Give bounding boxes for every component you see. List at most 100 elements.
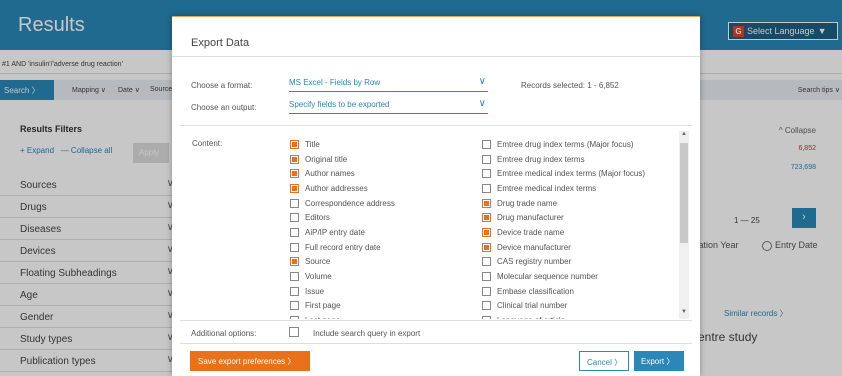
field-option[interactable]: Emtree medical index terms: [482, 181, 677, 196]
checkbox[interactable]: [482, 183, 491, 193]
checkbox[interactable]: [482, 286, 491, 296]
scroll-up-icon[interactable]: ▲: [681, 131, 687, 137]
records-selected: Records selected: 1 - 6,852: [521, 81, 619, 90]
content-label: Content:: [192, 139, 223, 148]
checkbox[interactable]: [482, 257, 491, 267]
field-option[interactable]: Editors: [290, 210, 480, 225]
save-preferences-button[interactable]: Save export preferences 〉: [190, 351, 310, 371]
format-label: Choose a format:: [191, 81, 253, 90]
right-field-list: Emtree drug index terms (Major focus) Emt…: [482, 137, 677, 319]
field-option[interactable]: Volume: [290, 269, 480, 284]
field-option[interactable]: Correspondence address: [290, 196, 480, 211]
field-option-label: Issue: [305, 286, 325, 296]
checkbox-checked[interactable]: [482, 213, 491, 223]
field-option[interactable]: Author names: [290, 166, 480, 181]
checkbox[interactable]: [290, 213, 299, 223]
field-option-label: Correspondence address: [305, 198, 395, 208]
field-option-label: Title: [305, 139, 320, 149]
field-option-label: Device trade name: [497, 227, 565, 237]
field-option-label: Volume: [305, 272, 332, 282]
field-option[interactable]: AiP/IP entry date: [290, 225, 480, 240]
output-select[interactable]: Specify fields to be exported ∨: [289, 98, 488, 114]
include-query-label: Include search query in export: [313, 329, 421, 338]
checkbox-checked[interactable]: [482, 227, 491, 237]
left-field-list: Title Original title Author names Author ad…: [290, 137, 480, 319]
checkbox-checked[interactable]: [290, 257, 299, 267]
field-option-label: Clinical trial number: [497, 301, 568, 311]
field-option[interactable]: Author addresses: [290, 181, 480, 196]
field-option[interactable]: Drug manufacturer: [482, 210, 677, 225]
field-option-label: Device manufacturer: [497, 242, 571, 252]
checkbox[interactable]: [290, 301, 299, 311]
checkbox[interactable]: [290, 286, 299, 296]
field-option-label: Emtree drug index terms (Major focus): [497, 139, 634, 149]
additional-options-label: Additional options:: [191, 329, 257, 338]
field-option[interactable]: Issue: [290, 284, 480, 299]
field-option[interactable]: Emtree medical index terms (Major focus): [482, 166, 677, 181]
field-option-label: Last page: [305, 316, 340, 319]
checkbox[interactable]: [290, 198, 299, 208]
field-option[interactable]: First page: [290, 299, 480, 314]
field-option[interactable]: Molecular sequence number: [482, 269, 677, 284]
field-option[interactable]: Original title: [290, 152, 480, 167]
field-option-label: Author names: [305, 169, 355, 179]
field-option-label: AiP/IP entry date: [305, 227, 365, 237]
checkbox-checked[interactable]: [290, 154, 299, 164]
format-select[interactable]: MS Excel - Fields by Row ∨: [289, 76, 488, 92]
scroll-down-icon[interactable]: ▼: [681, 309, 687, 315]
divider: [180, 125, 692, 126]
checkbox-checked[interactable]: [482, 198, 491, 208]
checkbox[interactable]: [290, 242, 299, 252]
field-option[interactable]: Full record entry date: [290, 240, 480, 255]
dialog-header: Export Data: [172, 17, 700, 57]
export-button[interactable]: Export 〉: [634, 351, 684, 371]
field-option[interactable]: Language of article: [482, 313, 677, 319]
export-dialog: Export Data Choose a format: MS Excel - …: [172, 16, 700, 376]
field-option-label: Source: [305, 257, 331, 267]
field-option[interactable]: Last page: [290, 313, 480, 319]
scrollbar-thumb[interactable]: [680, 143, 688, 243]
checkbox[interactable]: [290, 316, 299, 319]
checkbox-checked[interactable]: [290, 139, 299, 149]
field-option-label: First page: [305, 301, 341, 311]
cancel-button[interactable]: Cancel 〉: [579, 351, 629, 371]
divider: [180, 343, 692, 344]
field-option[interactable]: Drug trade name: [482, 196, 677, 211]
field-option[interactable]: Emtree drug index terms (Major focus): [482, 137, 677, 152]
field-option-label: Original title: [305, 154, 348, 164]
checkbox[interactable]: [482, 316, 491, 319]
checkbox[interactable]: [482, 169, 491, 179]
checkbox-checked[interactable]: [290, 169, 299, 179]
field-option-label: CAS registry number: [497, 257, 572, 267]
field-option-label: Molecular sequence number: [497, 272, 598, 282]
checkbox[interactable]: [482, 301, 491, 311]
field-option[interactable]: CAS registry number: [482, 255, 677, 270]
field-option[interactable]: Device trade name: [482, 225, 677, 240]
chevron-down-icon: ∨: [478, 98, 486, 109]
field-option[interactable]: Emtree drug index terms: [482, 152, 677, 167]
field-option-label: Emtree medical index terms: [497, 183, 597, 193]
field-option[interactable]: Source: [290, 255, 480, 270]
field-option-label: Language of article: [497, 316, 565, 319]
checkbox[interactable]: [482, 272, 491, 282]
field-option[interactable]: Clinical trial number: [482, 299, 677, 314]
field-option[interactable]: Device manufacturer: [482, 240, 677, 255]
field-option-label: Author addresses: [305, 183, 368, 193]
output-label: Choose an output:: [191, 103, 257, 112]
field-option-label: Emtree medical index terms (Major focus): [497, 169, 646, 179]
field-option[interactable]: Title: [290, 137, 480, 152]
field-list-scrollbar[interactable]: ▲ ▼: [679, 131, 689, 319]
checkbox-checked[interactable]: [482, 242, 491, 252]
checkbox[interactable]: [290, 272, 299, 282]
field-option-label: Drug manufacturer: [497, 213, 564, 223]
dialog-title: Export Data: [191, 37, 250, 49]
include-query-checkbox[interactable]: [289, 327, 299, 337]
field-option-label: Embase classification: [497, 286, 574, 296]
format-value: MS Excel - Fields by Row: [289, 78, 381, 87]
chevron-down-icon: ∨: [478, 76, 486, 87]
checkbox-checked[interactable]: [290, 183, 299, 193]
checkbox[interactable]: [482, 154, 491, 164]
field-option[interactable]: Embase classification: [482, 284, 677, 299]
checkbox[interactable]: [290, 227, 299, 237]
checkbox[interactable]: [482, 139, 491, 149]
